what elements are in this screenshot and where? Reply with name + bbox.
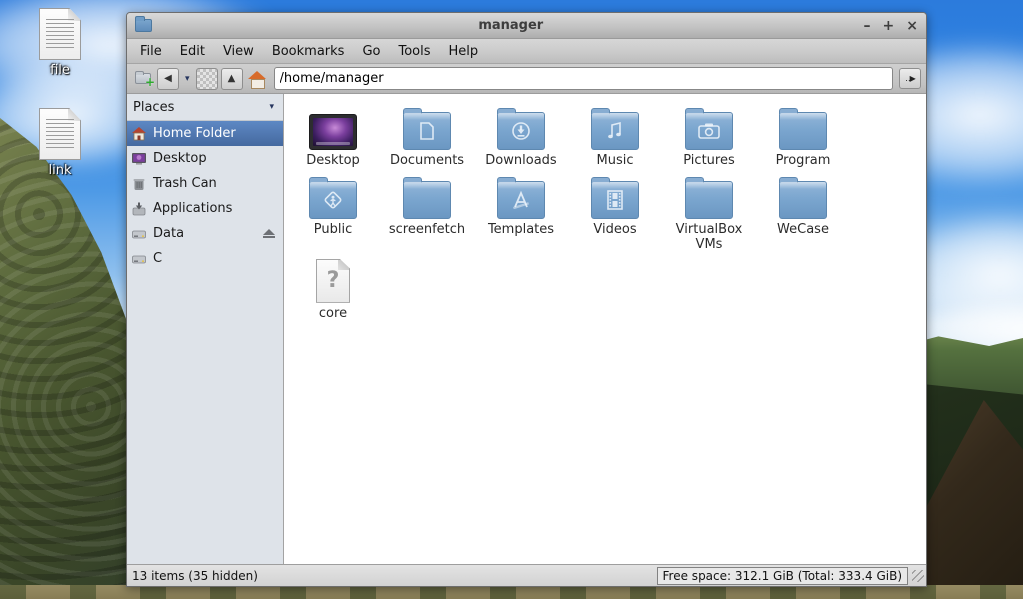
- location-options-icon: ‥▶: [905, 74, 915, 83]
- drive-icon: [131, 251, 147, 267]
- minimize-button[interactable]: –: [864, 19, 871, 33]
- pictures-emblem-icon: [686, 113, 732, 149]
- folder-icon: [685, 176, 733, 219]
- sidebar-item-label: Data: [153, 226, 185, 241]
- menu-help[interactable]: Help: [440, 39, 488, 64]
- item-count-text: 13 items (35 hidden): [132, 568, 258, 583]
- text-file-icon: [39, 8, 81, 60]
- sidebar-item-applications[interactable]: Applications: [127, 196, 283, 221]
- menubar: File Edit View Bookmarks Go Tools Help: [127, 39, 926, 64]
- sidebar-item-label: Applications: [153, 201, 233, 216]
- menu-go[interactable]: Go: [353, 39, 389, 64]
- sidebar-item-trash-can[interactable]: Trash Can: [127, 171, 283, 196]
- icon-grid: Desktop Documents Downloads Music Pictur…: [286, 104, 886, 326]
- sidebar-item-label: Home Folder: [153, 126, 236, 141]
- places-header-label: Places: [133, 99, 175, 115]
- history-dropdown-icon[interactable]: ▾: [182, 74, 193, 84]
- eject-icon[interactable]: [263, 229, 275, 238]
- file-item-documents[interactable]: Documents: [380, 104, 474, 169]
- menu-view[interactable]: View: [214, 39, 263, 64]
- file-item-desktop[interactable]: Desktop: [286, 104, 380, 169]
- file-item-screenfetch[interactable]: screenfetch: [380, 173, 474, 253]
- window-title: manager: [478, 18, 544, 33]
- folder-icon: [591, 176, 639, 219]
- new-tab-button[interactable]: [132, 68, 155, 90]
- new-tab-icon: [135, 71, 155, 89]
- public-emblem-icon: [310, 182, 356, 218]
- maximize-button[interactable]: +: [883, 19, 895, 33]
- menu-file[interactable]: File: [131, 39, 171, 64]
- documents-emblem-icon: [404, 113, 450, 149]
- folder-icon: [497, 176, 545, 219]
- file-item-virtualbox-vms[interactable]: VirtualBox VMs: [662, 173, 756, 253]
- file-item-wecase[interactable]: WeCase: [756, 173, 850, 253]
- file-item-templates[interactable]: Templates: [474, 173, 568, 253]
- menu-tools[interactable]: Tools: [389, 39, 439, 64]
- trash-icon: [131, 176, 147, 192]
- folder-icon: [403, 176, 451, 219]
- file-item-core[interactable]: ? core: [286, 257, 380, 322]
- path-input[interactable]: [273, 67, 893, 90]
- text-file-icon: [39, 108, 81, 160]
- window-folder-icon: [135, 16, 152, 32]
- close-button[interactable]: ×: [906, 19, 918, 33]
- home-icon: [247, 70, 266, 89]
- file-item-music[interactable]: Music: [568, 104, 662, 169]
- downloads-emblem-icon: [498, 113, 544, 149]
- up-button[interactable]: ▲: [220, 67, 243, 90]
- home-button[interactable]: [246, 68, 268, 90]
- statusbar: 13 items (35 hidden) Free space: 312.1 G…: [127, 564, 926, 586]
- desktop-icon-file[interactable]: file: [18, 8, 102, 78]
- home-folder-icon: [131, 126, 147, 142]
- background-rock-left: [0, 118, 130, 599]
- folder-icon: [403, 108, 451, 150]
- file-item-public[interactable]: Public: [286, 173, 380, 253]
- file-manager-window: manager – + × File Edit View Bookmarks G…: [126, 12, 927, 587]
- sidebar-item-home-folder[interactable]: Home Folder: [127, 121, 283, 146]
- forward-button: [195, 67, 218, 90]
- desktop-icon-label: file: [50, 63, 70, 78]
- file-item-videos[interactable]: Videos: [568, 173, 662, 253]
- sidebar-item-label: C: [153, 251, 163, 266]
- folder-icon: [497, 108, 545, 150]
- places-dropdown-icon: ▾: [269, 102, 274, 112]
- sidebar-places: Places ▾ Home Folder Desktop Trash Can A…: [127, 94, 284, 564]
- sidebar-item-c[interactable]: C: [127, 246, 283, 271]
- sidebar-item-label: Trash Can: [153, 176, 217, 191]
- desktop-screen-icon: [309, 114, 357, 150]
- toolbar: ◀ ▾ ▲ ‥▶: [127, 64, 926, 94]
- resize-grip[interactable]: [912, 569, 924, 582]
- unknown-file-icon: ?: [316, 258, 350, 303]
- up-arrow-icon: ▲: [227, 73, 236, 84]
- file-view[interactable]: Desktop Documents Downloads Music Pictur…: [284, 94, 926, 564]
- file-item-pictures[interactable]: Pictures: [662, 104, 756, 169]
- background-ground: [0, 585, 1023, 599]
- back-button[interactable]: ◀: [157, 67, 179, 90]
- videos-emblem-icon: [592, 182, 638, 218]
- music-emblem-icon: [592, 113, 638, 149]
- desktop-place-icon: [131, 151, 147, 167]
- folder-icon: [591, 108, 639, 150]
- menu-bookmarks[interactable]: Bookmarks: [263, 39, 354, 64]
- file-item-program[interactable]: Program: [756, 104, 850, 169]
- titlebar[interactable]: manager – + ×: [127, 13, 926, 39]
- folder-icon: [779, 108, 827, 150]
- places-header-dropdown[interactable]: Places ▾: [127, 94, 283, 121]
- folder-icon: [779, 176, 827, 219]
- templates-emblem-icon: [498, 182, 544, 218]
- file-item-downloads[interactable]: Downloads: [474, 104, 568, 169]
- sidebar-item-desktop[interactable]: Desktop: [127, 146, 283, 171]
- sidebar-item-data[interactable]: Data: [127, 221, 283, 246]
- folder-icon: [309, 176, 357, 219]
- folder-icon: [685, 108, 733, 150]
- applications-icon: [131, 201, 147, 217]
- sidebar-item-label: Desktop: [153, 151, 207, 166]
- desktop-icon-link[interactable]: link: [18, 108, 102, 178]
- back-arrow-icon: ◀: [164, 73, 172, 84]
- desktop-icon-label: link: [48, 163, 72, 178]
- drive-icon: [131, 226, 147, 242]
- menu-edit[interactable]: Edit: [171, 39, 214, 64]
- location-options-button[interactable]: ‥▶: [899, 68, 921, 89]
- free-space-text: Free space: 312.1 GiB (Total: 333.4 GiB): [656, 566, 908, 585]
